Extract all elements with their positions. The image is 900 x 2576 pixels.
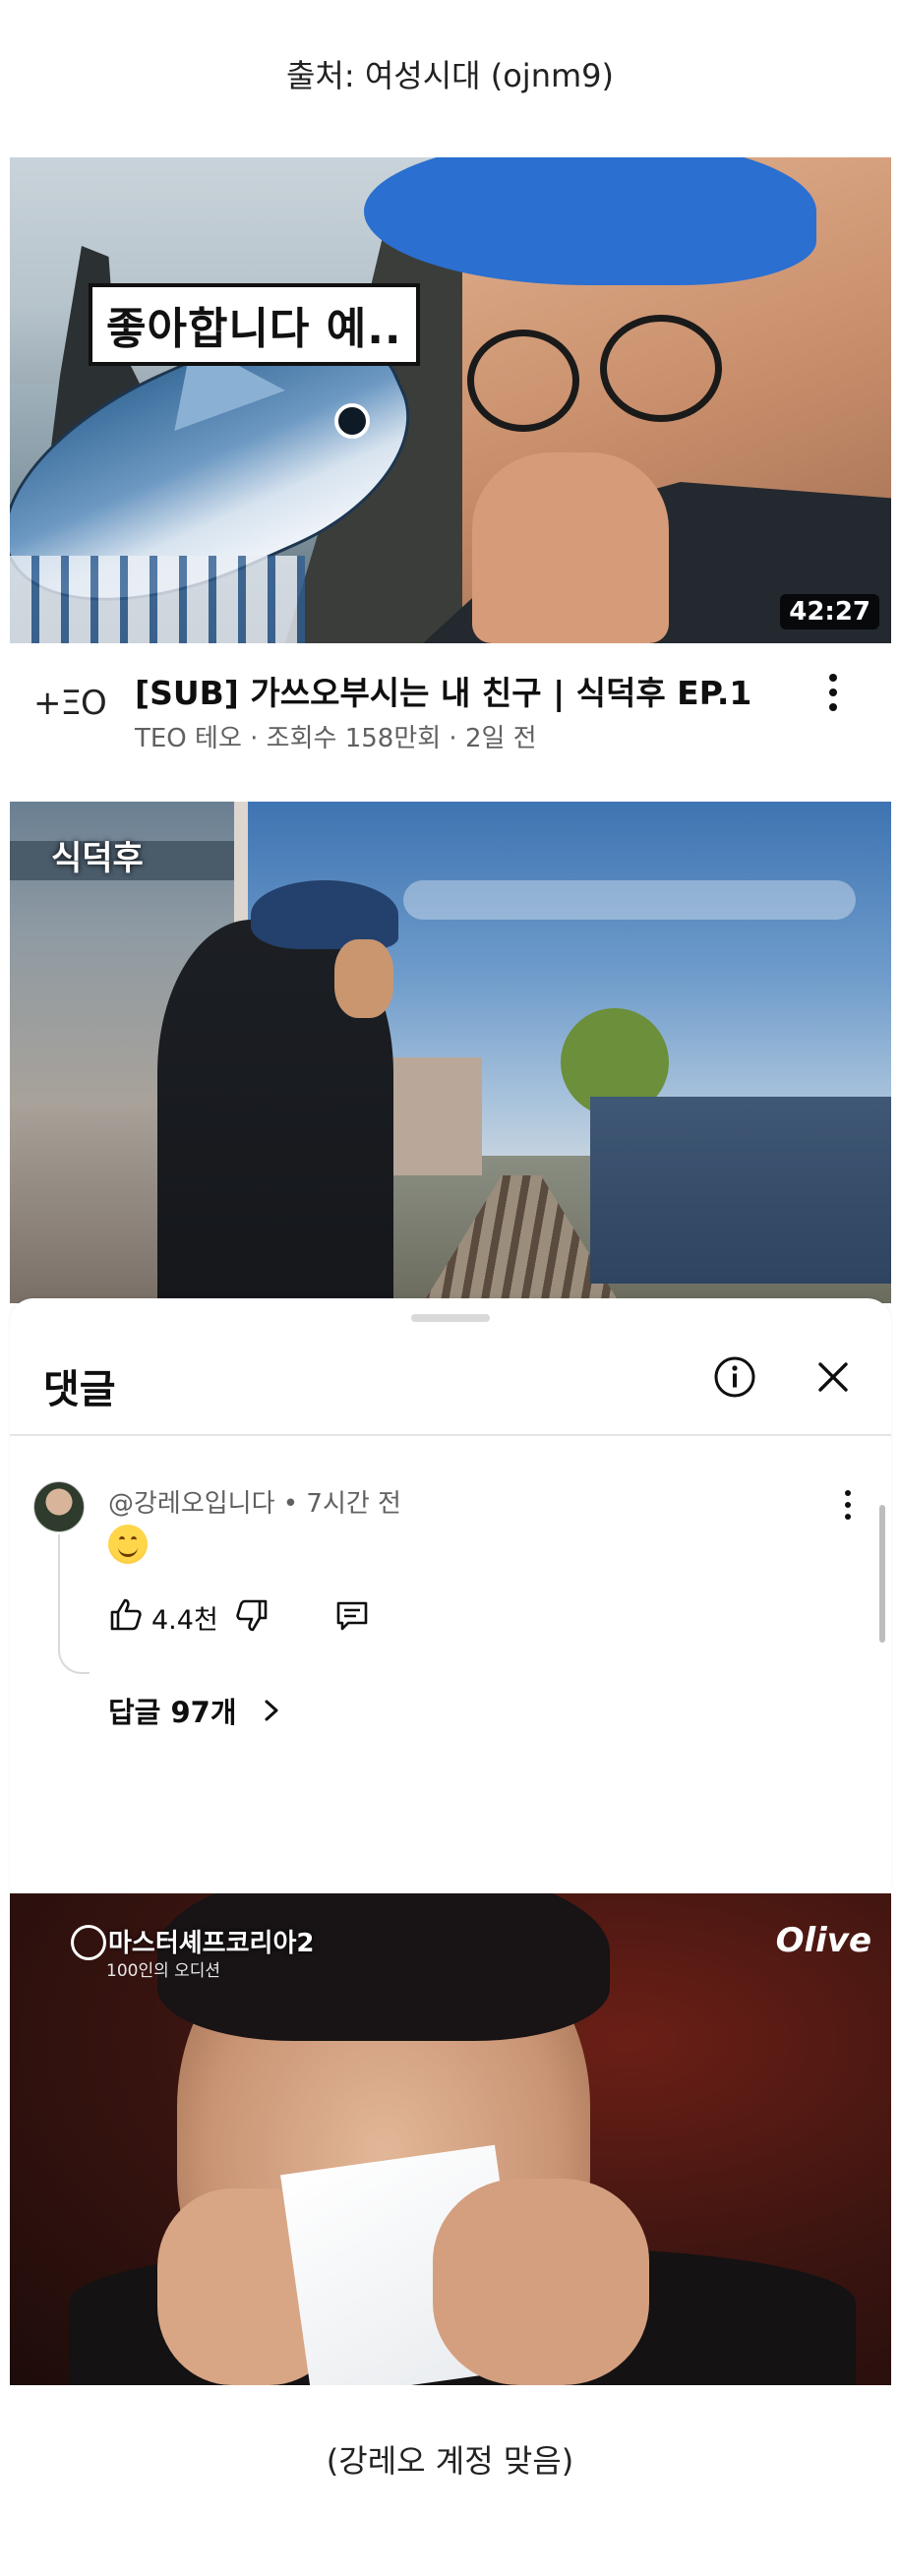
thumbnail-waves-pattern — [10, 556, 305, 643]
person-hand-right — [433, 2179, 649, 2385]
frame-host-cap — [251, 880, 398, 949]
emoji-eye — [131, 1536, 137, 1543]
emoji-eye — [119, 1536, 125, 1543]
comment-more-icon[interactable] — [838, 1487, 858, 1523]
video-metadata: TEO 테오 · 조회수 158만회 · 2일 전 — [135, 724, 537, 753]
thumbnail-glasses-left — [467, 329, 579, 432]
comment-time: • 7시간 전 — [282, 1489, 401, 1519]
like-count: 4.4천 — [151, 1605, 218, 1636]
show-logo: 마스터셰프코리아2 — [108, 1929, 315, 1958]
kebab-dot — [845, 1502, 851, 1508]
more-vert-icon[interactable] — [816, 671, 850, 714]
kebab-dot — [829, 688, 837, 696]
show-subtitle: 100인의 오디션 — [106, 1961, 221, 1981]
kebab-dot — [829, 702, 837, 711]
video-duration-badge: 42:27 — [780, 594, 879, 629]
thumbs-down-icon[interactable] — [232, 1595, 271, 1635]
scrollbar[interactable] — [879, 1505, 885, 1643]
kebab-dot — [845, 1514, 851, 1520]
footer-note: (강레오 계정 맞음) — [326, 2442, 574, 2480]
comments-sheet: 댓글 @강레오입니다 • 7시간 전 4.4천 답글 97개 — [10, 1298, 891, 1888]
smiling-face-emoji — [108, 1525, 148, 1564]
video-thumbnail[interactable]: 좋아합니다 예.. 42:27 — [10, 157, 891, 643]
kebab-dot — [829, 674, 837, 683]
comments-title: 댓글 — [43, 1367, 116, 1412]
broadcast-screenshot: 마스터셰프코리아2 100인의 오디션 Olive — [10, 1893, 891, 2385]
kebab-dot — [845, 1490, 851, 1496]
divider — [10, 1434, 891, 1436]
drag-handle[interactable] — [411, 1314, 490, 1322]
video-title[interactable]: [SUB] 가쓰오부시는 내 친구 | 식덕후 EP.1 — [135, 667, 784, 714]
replies-link[interactable]: 답글 97개 — [108, 1690, 237, 1731]
frame-cloud — [403, 880, 856, 920]
channel-avatar[interactable]: +ΞO — [33, 684, 112, 723]
thumbnail-host-hand — [472, 452, 669, 643]
person-hair — [157, 1893, 610, 2041]
frame-host-face — [334, 939, 393, 1018]
show-logo: 식덕후 — [51, 839, 144, 878]
info-icon[interactable] — [713, 1355, 756, 1399]
chevron-right-icon[interactable] — [260, 1694, 283, 1727]
video-player-frame[interactable]: 식덕후 — [10, 802, 891, 1303]
avatar[interactable] — [33, 1481, 85, 1532]
channel-logo: Olive — [775, 1921, 871, 1960]
source-caption: 출처: 여성시대 (ojnm9) — [285, 57, 614, 94]
thumbnail-fish-eye — [334, 403, 370, 439]
frame-fence — [590, 1097, 891, 1284]
thumbs-up-icon[interactable] — [106, 1595, 146, 1635]
comment-author[interactable]: @강레오입니다 • 7시간 전 — [108, 1483, 401, 1520]
emoji-mouth — [118, 1544, 138, 1557]
thread-line — [58, 1534, 90, 1674]
close-icon[interactable] — [811, 1355, 855, 1399]
comment-author-handle[interactable]: @강레오입니다 — [108, 1489, 275, 1519]
thumbnail-glasses-right — [600, 315, 722, 422]
show-logo-icon — [71, 1925, 106, 1960]
reply-icon[interactable] — [332, 1595, 372, 1635]
thumbnail-caption: 좋아합니다 예.. — [89, 283, 420, 366]
